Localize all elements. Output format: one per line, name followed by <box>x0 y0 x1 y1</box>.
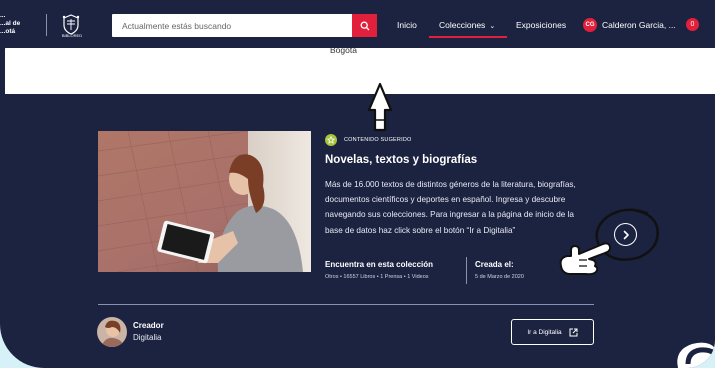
chat-widget-icon[interactable] <box>670 336 715 368</box>
next-button[interactable] <box>614 223 637 246</box>
go-to-digitalia-button[interactable]: Ir a Digitalia <box>511 319 594 345</box>
user-avatar[interactable]: CG <box>583 18 597 32</box>
logo-text[interactable]: ... ...al de ...otá <box>0 12 40 36</box>
nav-exposiciones[interactable]: Exposiciones <box>516 20 566 30</box>
nav-active-underline <box>429 36 507 38</box>
creator-name: Digitalia <box>133 333 162 342</box>
created-date: 5 de Marzo de 2020 <box>475 274 524 280</box>
collection-title: Novelas, textos y biografías <box>325 154 478 166</box>
crest-label: BIBLORED <box>61 33 83 38</box>
creator-avatar <box>97 317 127 347</box>
search-input[interactable] <box>112 14 352 37</box>
search-button[interactable] <box>352 14 377 37</box>
external-link-icon <box>569 328 578 336</box>
logo-text-line-3: ...otá <box>0 28 16 35</box>
app-frame: Bogotá ... ...al de ...otá BIBLORED Inic… <box>0 0 715 368</box>
nav-colecciones[interactable]: Colecciones ⌄ <box>439 20 495 30</box>
section-divider <box>98 304 594 305</box>
created-title: Creada el: <box>475 260 514 269</box>
nav-colecciones-label: Colecciones <box>439 20 486 30</box>
hand-pointer-icon <box>559 242 612 276</box>
top-navbar: ... ...al de ...otá BIBLORED Inicio Cole… <box>0 0 715 48</box>
logo-divider <box>46 14 47 36</box>
chevron-right-icon <box>623 230 629 239</box>
found-in-collection-stats: Otros • 16557 Libros • 1 Prensa • 1 Vide… <box>325 274 429 280</box>
logo-text-line-2: ...al de <box>0 20 21 27</box>
chevron-down-icon: ⌄ <box>489 23 496 30</box>
search-icon <box>360 21 369 30</box>
collection-description: Más de 16.000 textos de distintos género… <box>325 180 576 235</box>
suggested-badge-label: CONTENIDO SUGERIDO <box>344 137 412 143</box>
creator-role: Creador <box>133 321 164 330</box>
search-bar <box>112 14 377 37</box>
user-name[interactable]: Calderon Garcia, ... <box>602 20 676 30</box>
star-icon <box>325 134 337 146</box>
hand-pointer-up-icon <box>367 82 393 132</box>
logo-text-line-1: ... <box>0 12 6 19</box>
notification-badge[interactable]: 0 <box>686 18 699 31</box>
go-to-digitalia-label: Ir a Digitalia <box>527 328 562 336</box>
collection-image <box>98 131 311 272</box>
meta-divider <box>466 257 467 284</box>
nav-inicio[interactable]: Inicio <box>397 20 417 30</box>
found-in-collection-title: Encuentra en esta colección <box>325 260 434 269</box>
